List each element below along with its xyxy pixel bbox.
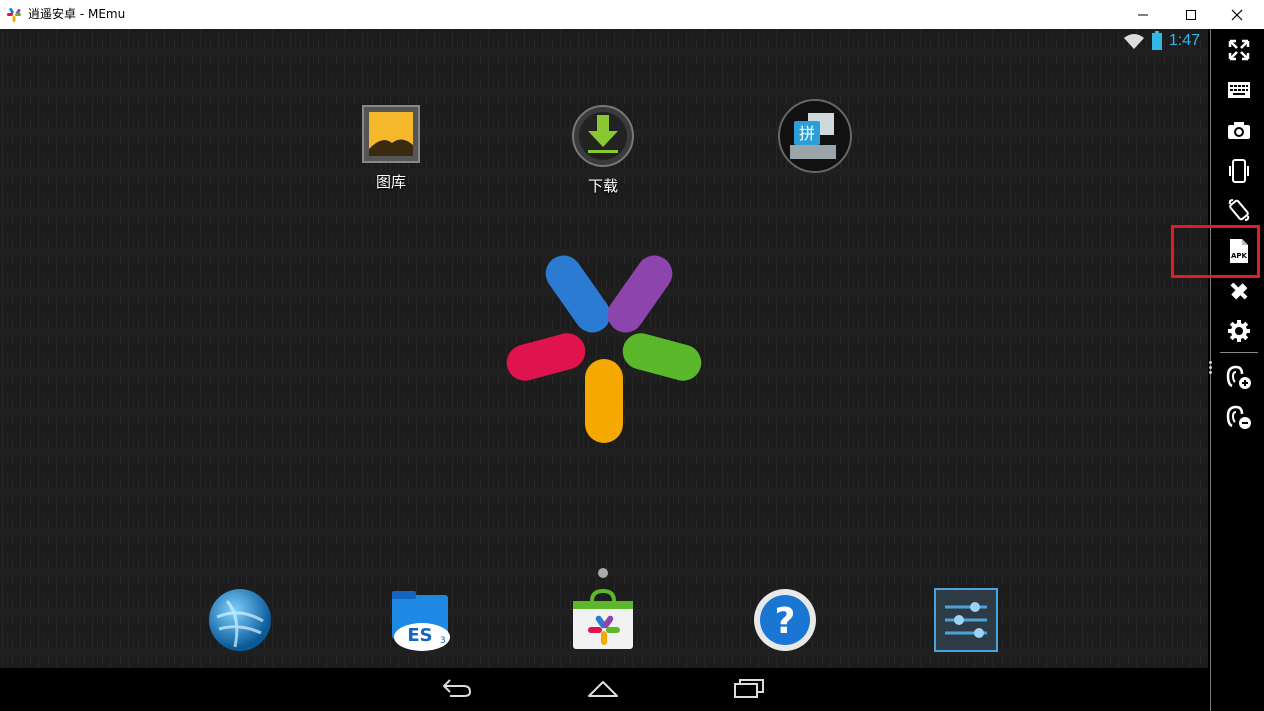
- side-toolbar: APK: [1214, 29, 1264, 711]
- gallery-icon: [362, 105, 420, 163]
- app-label: 下载: [587, 177, 618, 195]
- toolbar-collapse-handle[interactable]: [1209, 361, 1213, 376]
- dock-help[interactable]: ?: [752, 587, 818, 657]
- minimize-button[interactable]: [1120, 0, 1166, 29]
- memu-small-logo-icon: [7, 7, 21, 22]
- rotate-icon: [1228, 199, 1250, 221]
- app-store-icon: [573, 588, 633, 649]
- volume-down-icon: [1226, 405, 1251, 429]
- fullscreen-button[interactable]: [1226, 37, 1252, 63]
- apk-highlight-box: [1171, 225, 1260, 278]
- status-bar: 1:47: [1123, 29, 1200, 53]
- settings-sliders-icon: [934, 588, 998, 652]
- keyboard-icon: [1228, 82, 1250, 98]
- dock-app-store[interactable]: [570, 587, 636, 657]
- dock-settings[interactable]: [933, 587, 999, 657]
- window-titlebar: 逍遥安卓 - MEmu: [0, 0, 1264, 29]
- rotate-button[interactable]: [1226, 197, 1252, 223]
- app-pinyin-input[interactable]: 拼: [770, 99, 860, 181]
- svg-text:?: ?: [775, 601, 796, 642]
- page-indicator: [598, 568, 608, 578]
- maximize-icon: [1186, 9, 1196, 20]
- gear-icon: [1228, 320, 1250, 342]
- fullscreen-icon: [1228, 39, 1250, 61]
- home-button[interactable]: [586, 676, 620, 704]
- svg-text:3: 3: [440, 636, 446, 646]
- dock-es-file-explorer[interactable]: ES 3: [388, 587, 454, 657]
- android-navbar: [0, 668, 1208, 711]
- minimize-icon: [1138, 14, 1148, 15]
- recent-apps-icon: [734, 679, 764, 698]
- back-button[interactable]: [440, 676, 474, 704]
- screenshot-button[interactable]: [1226, 117, 1252, 143]
- shake-button[interactable]: [1226, 158, 1252, 184]
- back-icon: [442, 679, 472, 697]
- svg-text:拼: 拼: [799, 124, 815, 143]
- volume-up-button[interactable]: [1226, 364, 1252, 390]
- android-screen[interactable]: 1:47 图库 下载 拼 ES 3 ?: [0, 29, 1208, 711]
- es-file-explorer-icon: ES 3: [392, 591, 450, 651]
- browser-globe-icon: [209, 589, 271, 651]
- volume-up-icon: [1226, 365, 1251, 389]
- maximize-button[interactable]: [1168, 0, 1214, 29]
- home-icon: [588, 681, 618, 697]
- keyboard-button[interactable]: [1226, 77, 1252, 103]
- app-label: 图库: [375, 173, 406, 191]
- shake-icon: [1229, 159, 1249, 183]
- status-time: 1:47: [1168, 32, 1200, 49]
- volume-down-button[interactable]: [1226, 404, 1252, 430]
- svg-text:ES: ES: [407, 625, 432, 646]
- camera-icon: [1228, 122, 1250, 139]
- download-icon: [572, 105, 634, 167]
- recent-apps-button[interactable]: [732, 676, 766, 704]
- close-icon: [1231, 9, 1243, 20]
- app-download[interactable]: 下载: [558, 105, 648, 196]
- close-button[interactable]: [1214, 0, 1260, 29]
- joystick-icon: [1230, 282, 1248, 300]
- dock-browser[interactable]: [207, 587, 273, 657]
- window-title: 逍遥安卓 - MEmu: [28, 7, 126, 21]
- settings-button[interactable]: [1226, 318, 1252, 344]
- toolbar-separator: [1220, 352, 1258, 353]
- battery-icon: [1151, 31, 1162, 50]
- help-icon: ?: [754, 589, 816, 651]
- memu-logo-icon: [506, 255, 702, 443]
- pinyin-input-icon: 拼: [778, 99, 852, 173]
- app-gallery[interactable]: 图库: [346, 105, 436, 192]
- wifi-icon: [1123, 34, 1144, 49]
- joystick-button[interactable]: [1226, 278, 1252, 304]
